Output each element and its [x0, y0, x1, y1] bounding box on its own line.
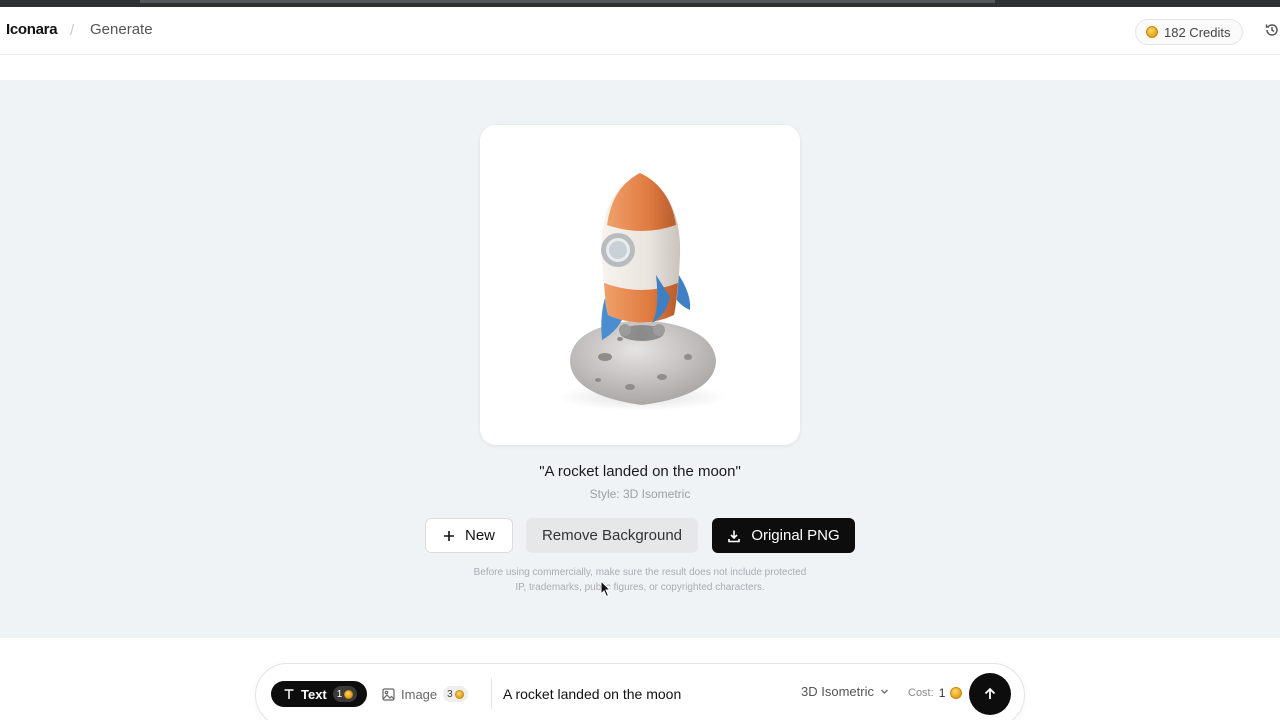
brand-logo[interactable]: Iconara	[6, 21, 58, 38]
result-canvas: "A rocket landed on the moon" Style: 3D …	[0, 80, 1280, 638]
prompt-input[interactable]	[503, 682, 783, 706]
cost-label: Cost:	[908, 687, 934, 699]
send-button[interactable]	[969, 673, 1011, 715]
breadcrumb-separator: /	[70, 22, 75, 39]
composer-divider	[491, 678, 492, 710]
prompt-composer: Text 1 Image 3 3D Isometric Cost: 1	[255, 663, 1025, 720]
arrow-up-icon	[984, 687, 996, 699]
download-png-button[interactable]: Original PNG	[712, 518, 855, 553]
credits-badge[interactable]: 182 Credits	[1135, 19, 1244, 45]
coin-icon	[1146, 26, 1158, 38]
text-cost-pill: 1	[332, 686, 358, 702]
result-style-label: Style: 3D Isometric	[589, 487, 691, 501]
result-prompt-title: "A rocket landed on the moon"	[539, 463, 741, 480]
credits-label: 182 Credits	[1164, 24, 1231, 40]
style-dropdown-value: 3D Isometric	[801, 684, 874, 699]
cost-value: 1	[938, 686, 946, 700]
image-cost-pill: 3	[443, 686, 468, 702]
text-type-icon	[284, 689, 294, 699]
chevron-down-icon	[881, 689, 888, 694]
tab-image-label: Image	[401, 686, 438, 702]
app-header: Iconara / Generate 182 Credits	[0, 7, 1280, 55]
download-png-label: Original PNG	[751, 527, 840, 544]
download-icon	[728, 530, 741, 542]
text-cost-value: 1	[336, 688, 343, 700]
cost-indicator: Cost: 1	[908, 686, 963, 700]
breadcrumb-generate: Generate	[90, 21, 153, 38]
coin-icon	[344, 689, 354, 699]
plus-icon	[443, 530, 454, 541]
new-button[interactable]: New	[425, 518, 513, 553]
tab-text[interactable]: Text 1	[271, 681, 368, 707]
history-icon[interactable]	[1264, 22, 1280, 38]
commercial-use-disclaimer: Before using commercially, make sure the…	[473, 567, 807, 593]
image-cost-value: 3	[447, 688, 453, 700]
generated-image-card[interactable]	[480, 125, 800, 445]
generated-rocket-image	[557, 173, 727, 411]
tab-image[interactable]: Image 3	[382, 681, 468, 707]
new-button-label: New	[464, 527, 495, 544]
image-icon	[382, 687, 395, 701]
coin-icon	[454, 689, 464, 699]
remove-background-button[interactable]: Remove Background	[526, 518, 698, 553]
style-dropdown[interactable]: 3D Isometric	[801, 684, 889, 699]
coin-icon	[950, 687, 963, 699]
tab-text-label: Text	[301, 686, 327, 702]
mouse-cursor-icon	[600, 580, 612, 598]
browser-top-strip	[0, 0, 1280, 7]
remove-background-label: Remove Background	[541, 527, 683, 544]
